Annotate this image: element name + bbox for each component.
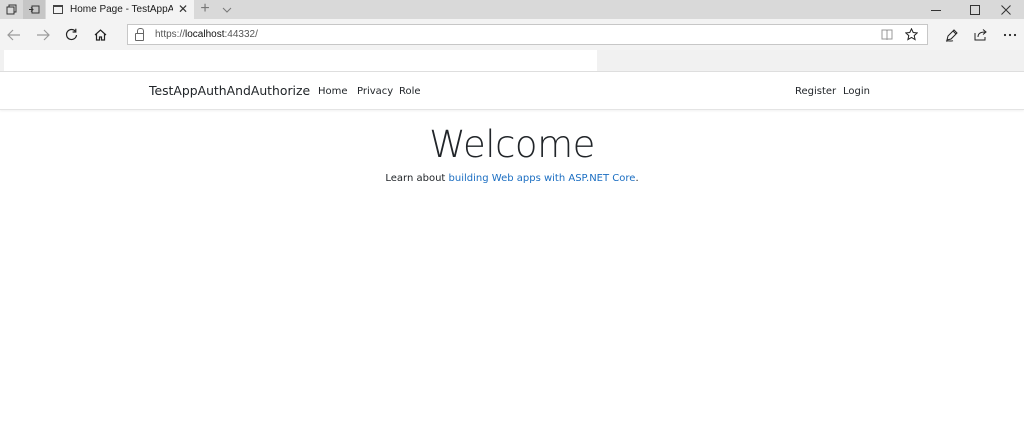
site-navbar: TestAppAuthAndAuthorize Home Privacy Rol…: [0, 72, 1024, 110]
refresh-icon: [65, 28, 77, 41]
star-icon: [904, 28, 918, 41]
browser-toolbar: https://localhost:44332/: [0, 19, 1024, 50]
url-scheme: https://: [155, 29, 186, 40]
minimize-icon: [931, 9, 941, 11]
window-close-button[interactable]: [988, 0, 1024, 19]
favorite-button[interactable]: [902, 24, 920, 45]
minimize-button[interactable]: [918, 0, 954, 19]
favorites-bar-area: [4, 50, 597, 71]
pen-icon: [945, 28, 958, 42]
nav-link-home[interactable]: Home: [318, 86, 348, 97]
window-close-icon: [1001, 4, 1011, 15]
url-host: localhost: [185, 29, 225, 40]
page-title: Welcome: [429, 123, 595, 166]
nav-link-login[interactable]: Login: [843, 86, 870, 97]
learn-about-text: Learn about building Web apps with ASP.N…: [0, 173, 1024, 184]
browser-tab[interactable]: Home Page - TestAppAuthAndAuthorize ✕: [46, 0, 194, 19]
url-text[interactable]: https://localhost:44332/: [155, 29, 258, 40]
site-brand-link[interactable]: TestAppAuthAndAuthorize: [149, 83, 310, 98]
share-icon: [974, 29, 987, 41]
more-icon: [1003, 33, 1017, 36]
address-bar[interactable]: https://localhost:44332/: [127, 24, 928, 45]
add-notes-button[interactable]: [938, 19, 966, 50]
tabs-restore-icon: [29, 5, 40, 14]
tab-preview-button[interactable]: [218, 0, 236, 19]
reading-view-icon: [881, 29, 893, 40]
tabs-aside-icon: [6, 4, 16, 15]
nav-link-role[interactable]: Role: [399, 86, 421, 97]
new-tab-button[interactable]: +: [196, 0, 214, 19]
close-icon[interactable]: ✕: [178, 2, 188, 16]
lock-icon: [135, 27, 144, 41]
back-button[interactable]: [0, 19, 28, 50]
nav-link-register[interactable]: Register: [795, 86, 836, 97]
tab-actions-button[interactable]: [0, 0, 22, 19]
url-port-path: :44332/: [224, 29, 258, 40]
aspnet-docs-link[interactable]: building Web apps with ASP.NET Core: [449, 173, 636, 184]
tab-strip: Home Page - TestAppAuthAndAuthorize ✕ +: [0, 0, 1024, 19]
chevron-down-icon: [222, 7, 232, 13]
refresh-button[interactable]: [57, 19, 85, 50]
set-tabs-aside-button[interactable]: [23, 0, 45, 19]
home-button[interactable]: [86, 19, 114, 50]
tab-title: Home Page - TestAppAuthAndAuthorize: [70, 4, 173, 15]
more-button[interactable]: [996, 19, 1024, 50]
reading-view-button[interactable]: [880, 24, 894, 45]
favorites-bar: [0, 50, 1024, 72]
forward-button[interactable]: [29, 19, 57, 50]
back-arrow-icon: [7, 29, 20, 40]
home-icon: [94, 28, 106, 41]
learn-prefix: Learn about: [385, 173, 449, 184]
learn-suffix: .: [635, 173, 639, 184]
share-button[interactable]: [967, 19, 995, 50]
maximize-icon: [970, 4, 980, 15]
nav-link-privacy[interactable]: Privacy: [357, 86, 393, 97]
page-icon: [53, 5, 63, 14]
forward-arrow-icon: [37, 29, 50, 40]
